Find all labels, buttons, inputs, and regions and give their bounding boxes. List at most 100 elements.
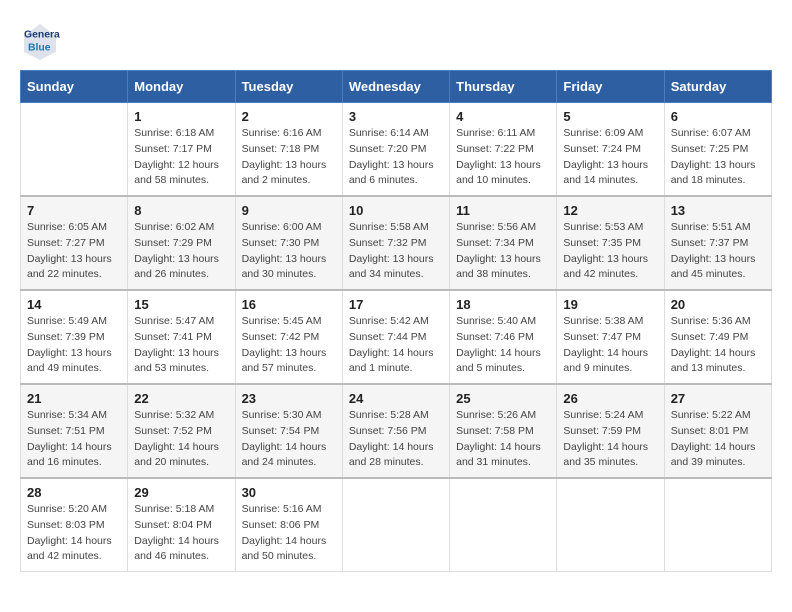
day-number: 10 — [349, 203, 443, 218]
calendar-cell: 23 Sunrise: 5:30 AM Sunset: 7:54 PM Dayli… — [235, 384, 342, 478]
weekday-header: Sunday — [21, 71, 128, 103]
calendar-cell: 12Sunrise: 5:53 AM Sunset: 7:35 PM Dayli… — [557, 196, 664, 290]
day-info: Sunrise: 5:47 AM Sunset: 7:41 PM Dayligh… — [134, 314, 228, 377]
day-info: Sunrise: 5:30 AM Sunset: 7:54 PM Dayligh… — [242, 408, 336, 471]
calendar-cell: 13 Sunrise: 5:51 AM Sunset: 7:37 PM Dayli… — [664, 196, 771, 290]
day-info: Sunrise: 5:18 AM Sunset: 8:04 PM Dayligh… — [134, 502, 228, 565]
day-info: Sunrise: 6:00 AM Sunset: 7:30 PM Dayligh… — [242, 220, 336, 283]
day-number: 28 — [27, 485, 121, 500]
weekday-header: Wednesday — [342, 71, 449, 103]
day-number: 6 — [671, 109, 765, 124]
calendar-header-row: SundayMondayTuesdayWednesdayThursdayFrid… — [21, 71, 772, 103]
day-number: 17 — [349, 297, 443, 312]
day-info: Sunrise: 6:16 AM Sunset: 7:18 PM Dayligh… — [242, 126, 336, 189]
calendar-cell: 21 Sunrise: 5:34 AM Sunset: 7:51 PM Dayli… — [21, 384, 128, 478]
day-number: 20 — [671, 297, 765, 312]
day-number: 2 — [242, 109, 336, 124]
day-info: Sunrise: 6:18 AM Sunset: 7:17 PM Dayligh… — [134, 126, 228, 189]
day-info: Sunrise: 5:16 AM Sunset: 8:06 PM Dayligh… — [242, 502, 336, 565]
calendar-cell: 26 Sunrise: 5:24 AM Sunset: 7:59 PM Dayli… — [557, 384, 664, 478]
day-number: 21 — [27, 391, 121, 406]
day-number: 23 — [242, 391, 336, 406]
calendar-cell: 17 Sunrise: 5:42 AM Sunset: 7:44 PM Dayli… — [342, 290, 449, 384]
calendar-cell: 4 Sunrise: 6:11 AM Sunset: 7:22 PM Daylig… — [450, 103, 557, 197]
day-info: Sunrise: 5:45 AM Sunset: 7:42 PM Dayligh… — [242, 314, 336, 377]
calendar-cell: 29 Sunrise: 5:18 AM Sunset: 8:04 PM Dayli… — [128, 478, 235, 572]
day-number: 4 — [456, 109, 550, 124]
day-number: 26 — [563, 391, 657, 406]
weekday-header: Friday — [557, 71, 664, 103]
day-number: 14 — [27, 297, 121, 312]
day-number: 5 — [563, 109, 657, 124]
calendar-cell: 7 Sunrise: 6:05 AM Sunset: 7:27 PM Daylig… — [21, 196, 128, 290]
day-info: Sunrise: 6:11 AM Sunset: 7:22 PM Dayligh… — [456, 126, 550, 189]
day-info: Sunrise: 5:51 AM Sunset: 7:37 PM Dayligh… — [671, 220, 765, 283]
calendar-cell — [664, 478, 771, 572]
calendar-cell: 25 Sunrise: 5:26 AM Sunset: 7:58 PM Dayli… — [450, 384, 557, 478]
calendar-cell: 8 Sunrise: 6:02 AM Sunset: 7:29 PM Daylig… — [128, 196, 235, 290]
calendar-cell — [342, 478, 449, 572]
calendar-cell: 19 Sunrise: 5:38 AM Sunset: 7:47 PM Dayli… — [557, 290, 664, 384]
svg-text:General: General — [24, 30, 60, 41]
calendar-cell — [557, 478, 664, 572]
weekday-header: Saturday — [664, 71, 771, 103]
day-info: Sunrise: 5:40 AM Sunset: 7:46 PM Dayligh… — [456, 314, 550, 377]
day-info: Sunrise: 6:07 AM Sunset: 7:25 PM Dayligh… — [671, 126, 765, 189]
day-info: Sunrise: 5:20 AM Sunset: 8:03 PM Dayligh… — [27, 502, 121, 565]
svg-text:Blue: Blue — [28, 42, 51, 53]
day-number: 25 — [456, 391, 550, 406]
day-number: 11 — [456, 203, 550, 218]
page-header: General Blue — [20, 20, 772, 60]
day-info: Sunrise: 5:22 AM Sunset: 8:01 PM Dayligh… — [671, 408, 765, 471]
day-number: 27 — [671, 391, 765, 406]
day-info: Sunrise: 5:24 AM Sunset: 7:59 PM Dayligh… — [563, 408, 657, 471]
calendar-cell: 10 Sunrise: 5:58 AM Sunset: 7:32 PM Dayli… — [342, 196, 449, 290]
weekday-header: Thursday — [450, 71, 557, 103]
calendar-table: SundayMondayTuesdayWednesdayThursdayFrid… — [20, 70, 772, 572]
calendar-cell — [450, 478, 557, 572]
calendar-cell: 27 Sunrise: 5:22 AM Sunset: 8:01 PM Dayli… — [664, 384, 771, 478]
day-info: Sunrise: 6:05 AM Sunset: 7:27 PM Dayligh… — [27, 220, 121, 283]
day-number: 15 — [134, 297, 228, 312]
calendar-cell: 6 Sunrise: 6:07 AM Sunset: 7:25 PM Daylig… — [664, 103, 771, 197]
day-info: Sunrise: 5:34 AM Sunset: 7:51 PM Dayligh… — [27, 408, 121, 471]
calendar-cell: 28 Sunrise: 5:20 AM Sunset: 8:03 PM Dayli… — [21, 478, 128, 572]
day-info: Sunrise: 5:42 AM Sunset: 7:44 PM Dayligh… — [349, 314, 443, 377]
day-info: Sunrise: 5:58 AM Sunset: 7:32 PM Dayligh… — [349, 220, 443, 283]
calendar-cell: 14Sunrise: 5:49 AM Sunset: 7:39 PM Dayli… — [21, 290, 128, 384]
calendar-cell: 1 Sunrise: 6:18 AM Sunset: 7:17 PM Daylig… — [128, 103, 235, 197]
day-info: Sunrise: 5:36 AM Sunset: 7:49 PM Dayligh… — [671, 314, 765, 377]
day-number: 1 — [134, 109, 228, 124]
day-number: 7 — [27, 203, 121, 218]
day-number: 3 — [349, 109, 443, 124]
calendar-cell: 2 Sunrise: 6:16 AM Sunset: 7:18 PM Daylig… — [235, 103, 342, 197]
day-number: 24 — [349, 391, 443, 406]
calendar-cell: 3Sunrise: 6:14 AM Sunset: 7:20 PM Daylig… — [342, 103, 449, 197]
calendar-cell: 16 Sunrise: 5:45 AM Sunset: 7:42 PM Dayli… — [235, 290, 342, 384]
day-number: 19 — [563, 297, 657, 312]
day-number: 13 — [671, 203, 765, 218]
calendar-cell: 11 Sunrise: 5:56 AM Sunset: 7:34 PM Dayli… — [450, 196, 557, 290]
day-info: Sunrise: 5:56 AM Sunset: 7:34 PM Dayligh… — [456, 220, 550, 283]
day-number: 29 — [134, 485, 228, 500]
calendar-cell — [21, 103, 128, 197]
day-info: Sunrise: 5:32 AM Sunset: 7:52 PM Dayligh… — [134, 408, 228, 471]
day-info: Sunrise: 6:02 AM Sunset: 7:29 PM Dayligh… — [134, 220, 228, 283]
calendar-cell: 5 Sunrise: 6:09 AM Sunset: 7:24 PM Daylig… — [557, 103, 664, 197]
day-info: Sunrise: 5:26 AM Sunset: 7:58 PM Dayligh… — [456, 408, 550, 471]
day-number: 9 — [242, 203, 336, 218]
day-number: 8 — [134, 203, 228, 218]
day-info: Sunrise: 5:38 AM Sunset: 7:47 PM Dayligh… — [563, 314, 657, 377]
day-number: 18 — [456, 297, 550, 312]
calendar-cell: 9 Sunrise: 6:00 AM Sunset: 7:30 PM Daylig… — [235, 196, 342, 290]
day-number: 16 — [242, 297, 336, 312]
day-info: Sunrise: 6:09 AM Sunset: 7:24 PM Dayligh… — [563, 126, 657, 189]
weekday-header: Monday — [128, 71, 235, 103]
calendar-cell: 18 Sunrise: 5:40 AM Sunset: 7:46 PM Dayli… — [450, 290, 557, 384]
calendar-cell: 22 Sunrise: 5:32 AM Sunset: 7:52 PM Dayli… — [128, 384, 235, 478]
day-info: Sunrise: 5:28 AM Sunset: 7:56 PM Dayligh… — [349, 408, 443, 471]
calendar-cell: 30Sunrise: 5:16 AM Sunset: 8:06 PM Dayli… — [235, 478, 342, 572]
day-number: 22 — [134, 391, 228, 406]
logo: General Blue — [20, 20, 64, 60]
weekday-header: Tuesday — [235, 71, 342, 103]
